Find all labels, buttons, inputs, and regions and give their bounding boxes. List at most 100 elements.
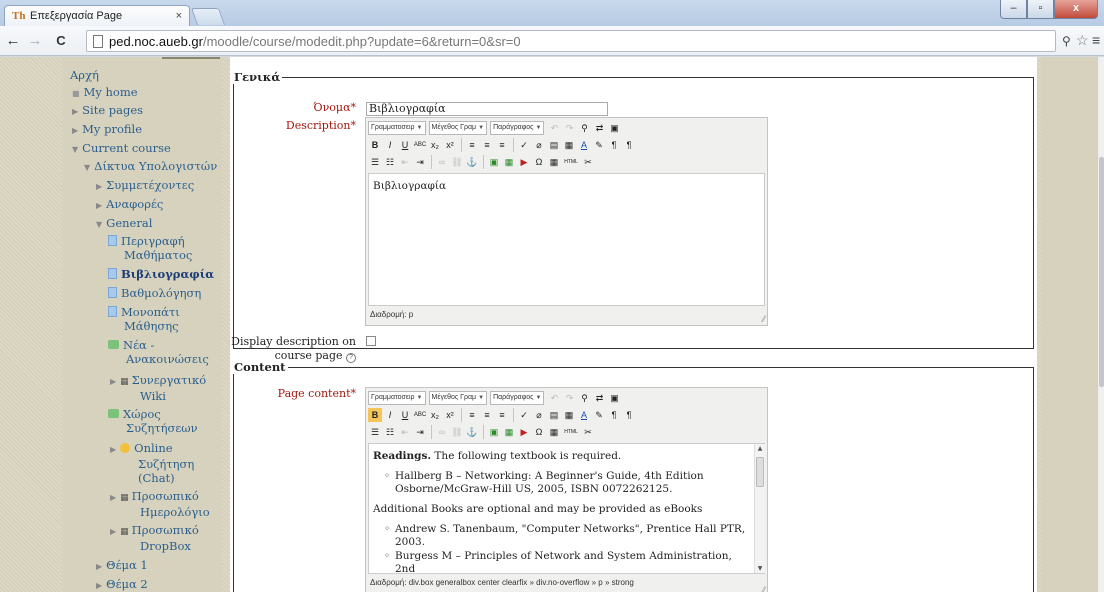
anchor-icon[interactable]: ⚓	[465, 425, 479, 439]
spellcheck-icon[interactable]: ✂	[581, 425, 595, 439]
bold-icon[interactable]: B	[368, 138, 382, 152]
nav-participants[interactable]: ▶ Συμμετέχοντες	[96, 178, 194, 194]
undo-icon[interactable]: ↶	[547, 121, 561, 135]
spellcheck-icon[interactable]: ✂	[581, 155, 595, 169]
unlink-icon[interactable]: ⛓	[450, 155, 464, 169]
remove-format-icon[interactable]: ⌀	[532, 138, 546, 152]
superscript-icon[interactable]: x²	[443, 138, 457, 152]
replace-icon[interactable]: ⇄	[592, 391, 606, 405]
nav-announcements[interactable]: Νέα - Ανακοινώσεις	[108, 338, 209, 366]
rtl-icon[interactable]: ¶	[622, 408, 636, 422]
new-tab-button[interactable]	[190, 8, 226, 25]
underline-icon[interactable]: U	[398, 408, 412, 422]
nav-online-chat[interactable]: ▶ Online Συζήτηση (Chat)	[110, 441, 194, 485]
browser-tab[interactable]: Th Επεξεργασία Page ×	[4, 5, 190, 26]
nav-learning-path[interactable]: Μονοπάτι Μάθησης	[108, 305, 180, 333]
numbered-list-icon[interactable]: ☷	[383, 425, 397, 439]
table-icon[interactable]: ▦	[547, 425, 561, 439]
subscript-icon[interactable]: x₂	[428, 138, 442, 152]
scrollbar-thumb[interactable]	[756, 457, 764, 487]
nav-personal-calendar[interactable]: ▶ ▦ Προσωπικό Ημερολόγιο	[110, 489, 210, 519]
nav-grading[interactable]: Βαθμολόγηση	[108, 286, 201, 300]
embed-icon[interactable]: ▶	[517, 155, 531, 169]
font-size-select[interactable]: Μέγεθος Γραμ ▼	[428, 391, 488, 405]
find-icon[interactable]: ⚲	[577, 121, 591, 135]
display-description-checkbox[interactable]	[366, 336, 376, 346]
subscript-icon[interactable]: x₂	[428, 408, 442, 422]
font-family-select[interactable]: Γραμματοσειρ ▼	[368, 391, 426, 405]
highlight-icon[interactable]: ✎	[592, 138, 606, 152]
nav-topic-2[interactable]: ▶ Θέμα 2	[96, 577, 148, 592]
paste-word-icon[interactable]: ▦	[562, 138, 576, 152]
page-scrollbar-thumb[interactable]	[1099, 157, 1104, 387]
resize-grip-icon[interactable]: ⁄⁄	[762, 586, 765, 592]
link-icon[interactable]: ∞	[435, 155, 449, 169]
page-content-editor[interactable]: Γραμματοσειρ ▼ Μέγεθος Γραμ ▼ Παράγραφος ▼ …	[365, 387, 768, 592]
align-center-icon[interactable]: ≡	[480, 408, 494, 422]
align-center-icon[interactable]: ≡	[480, 138, 494, 152]
paragraph-select[interactable]: Παράγραφος ▼	[490, 121, 545, 135]
page-content-editor-body[interactable]: Readings. The following textbook is requ…	[368, 443, 765, 574]
resize-grip-icon[interactable]: ⁄⁄	[762, 315, 765, 324]
close-window-button[interactable]: x	[1054, 0, 1098, 19]
link-icon[interactable]: ∞	[435, 425, 449, 439]
nav-topic-1[interactable]: ▶ Θέμα 1	[96, 558, 148, 574]
ltr-icon[interactable]: ¶	[607, 138, 621, 152]
nav-home[interactable]: Αρχή	[70, 68, 99, 82]
rtl-icon[interactable]: ¶	[622, 138, 636, 152]
description-editor[interactable]: Γραμματοσειρ ▼ Μέγεθος Γραμ ▼ Παράγραφος ▼ …	[365, 117, 768, 326]
menu-icon[interactable]: ≡	[1092, 32, 1100, 48]
ltr-icon[interactable]: ¶	[607, 408, 621, 422]
html-source-icon[interactable]: HTML	[562, 155, 580, 169]
bookmark-star-icon[interactable]: ☆	[1076, 32, 1089, 49]
fullscreen-icon[interactable]: ▣	[607, 391, 621, 405]
nav-discussion-forum[interactable]: Χώρος Συζητήσεων	[108, 407, 198, 435]
highlight-icon[interactable]: ✎	[592, 408, 606, 422]
image-icon[interactable]: ▣	[487, 155, 501, 169]
back-button[interactable]: ←	[4, 32, 22, 49]
align-right-icon[interactable]: ≡	[495, 408, 509, 422]
reload-button[interactable]: C	[52, 33, 70, 48]
media-icon[interactable]: ▦	[502, 155, 516, 169]
nav-bibliography-current[interactable]: Βιβλιογραφία	[108, 267, 214, 281]
paste-text-icon[interactable]: ▤	[547, 408, 561, 422]
page-scrollbar[interactable]	[1097, 57, 1104, 592]
redo-icon[interactable]: ↷	[562, 121, 576, 135]
maximize-button[interactable]: ▫	[1027, 0, 1054, 19]
undo-icon[interactable]: ↶	[547, 391, 561, 405]
name-input[interactable]: Βιβλιογραφία	[366, 102, 608, 116]
bold-icon[interactable]: B	[368, 408, 382, 422]
anchor-icon[interactable]: ⚓	[465, 155, 479, 169]
cleanup-icon[interactable]: ✓	[517, 408, 531, 422]
address-bar[interactable]: ped.noc.aueb.gr/moodle/course/modedit.ph…	[86, 30, 1056, 52]
replace-icon[interactable]: ⇄	[592, 121, 606, 135]
forward-button[interactable]: →	[26, 32, 44, 49]
nav-site-pages[interactable]: ▶ Site pages	[72, 103, 143, 119]
indent-icon[interactable]: ⇥	[413, 425, 427, 439]
editor-scrollbar[interactable]: ▲ ▼	[754, 444, 765, 573]
find-icon[interactable]: ⚲	[577, 391, 591, 405]
nav-reports[interactable]: ▶ Αναφορές	[96, 197, 163, 213]
nav-my-profile[interactable]: ▶ My profile	[72, 122, 142, 138]
superscript-icon[interactable]: x²	[443, 408, 457, 422]
special-char-icon[interactable]: Ω	[532, 425, 546, 439]
strikethrough-icon[interactable]: ABC	[413, 138, 427, 152]
numbered-list-icon[interactable]: ☷	[383, 155, 397, 169]
nav-course-description[interactable]: Περιγραφή Μαθήματος	[108, 234, 192, 262]
nav-general[interactable]: ▼ General	[96, 216, 152, 232]
scroll-down-icon[interactable]: ▼	[755, 565, 765, 572]
paste-text-icon[interactable]: ▤	[547, 138, 561, 152]
font-size-select[interactable]: Μέγεθος Γραμ ▼	[428, 121, 488, 135]
html-source-icon[interactable]: HTML	[562, 425, 580, 439]
align-left-icon[interactable]: ≡	[465, 408, 479, 422]
align-right-icon[interactable]: ≡	[495, 138, 509, 152]
scroll-up-icon[interactable]: ▲	[755, 445, 765, 452]
special-char-icon[interactable]: Ω	[532, 155, 546, 169]
text-color-icon[interactable]: A	[577, 408, 591, 422]
redo-icon[interactable]: ↷	[562, 391, 576, 405]
italic-icon[interactable]: I	[383, 138, 397, 152]
nav-wiki[interactable]: ▶ ▦ Συνεργατικό Wiki	[110, 373, 206, 403]
bullet-list-icon[interactable]: ☰	[368, 155, 382, 169]
minimize-button[interactable]: –	[1000, 0, 1027, 19]
unlink-icon[interactable]: ⛓	[450, 425, 464, 439]
